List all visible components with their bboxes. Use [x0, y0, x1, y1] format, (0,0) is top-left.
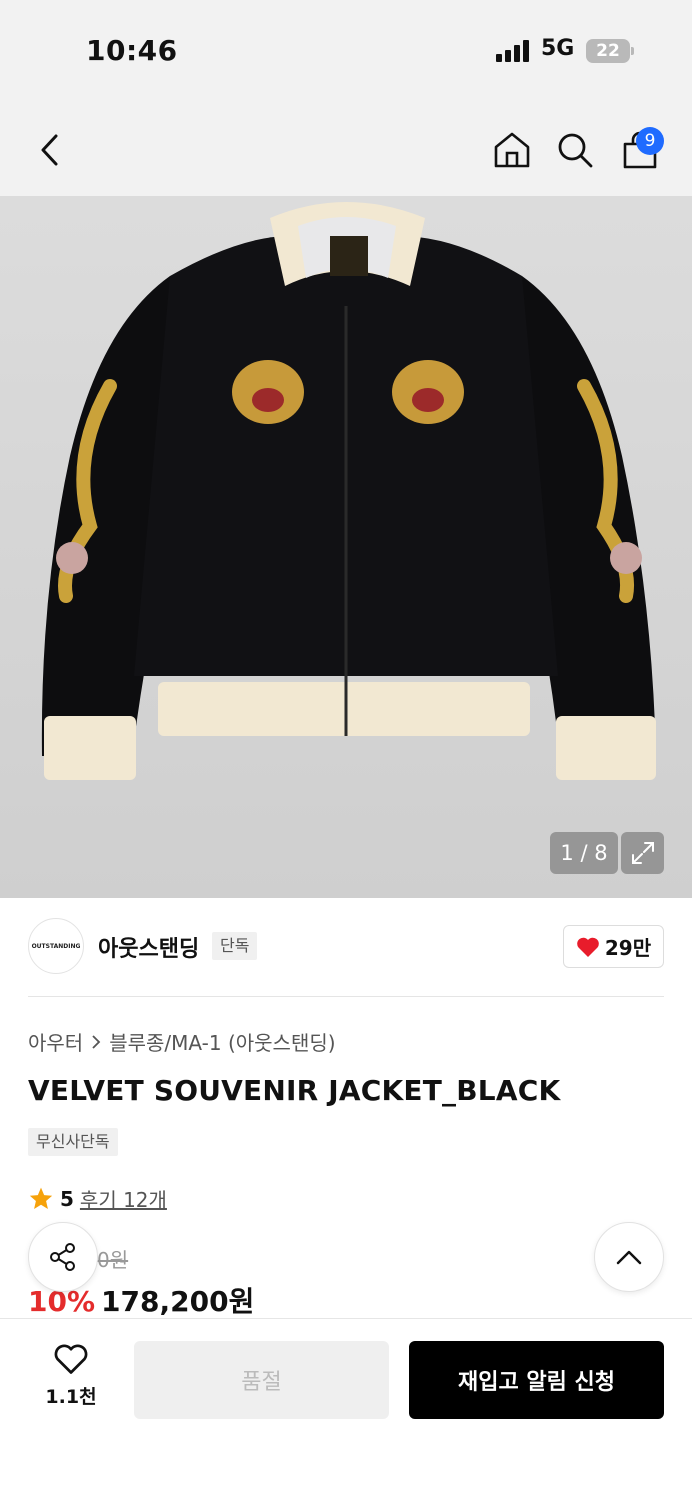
- original-price: 0원: [97, 1248, 129, 1272]
- breadcrumb-item[interactable]: 블루종/MA-1 (아웃스탠딩): [109, 1027, 335, 1056]
- search-button[interactable]: [549, 124, 601, 176]
- breadcrumb-item[interactable]: 아우터: [28, 1027, 83, 1056]
- wishlist-count: 1.1천: [45, 1386, 97, 1408]
- battery-icon: 22: [586, 39, 630, 63]
- wishlist-button[interactable]: 1.1천: [38, 1342, 104, 1418]
- signal-icon: [496, 40, 532, 62]
- share-button[interactable]: [28, 1222, 98, 1292]
- product-image: [41, 202, 656, 780]
- scroll-top-button[interactable]: [594, 1222, 664, 1292]
- network-label: 5G: [541, 36, 575, 61]
- home-icon: [494, 132, 530, 168]
- expand-icon: [631, 842, 654, 864]
- heart-filled-icon: [577, 937, 599, 957]
- home-button[interactable]: [486, 124, 538, 176]
- expand-button[interactable]: [621, 832, 664, 874]
- battery-tip: [631, 47, 634, 55]
- musinsa-exclusive-tag: 무신사단독: [28, 1128, 118, 1156]
- image-counter: 1 / 8: [550, 832, 618, 874]
- chevron-right-icon: [92, 1034, 101, 1049]
- star-icon: [29, 1187, 53, 1209]
- heart-outline-icon: [54, 1344, 88, 1374]
- product-image-gallery[interactable]: [0, 196, 692, 898]
- sale-price: 178,200원: [101, 1285, 255, 1318]
- chevron-up-icon: [616, 1250, 642, 1265]
- brand-logo[interactable]: OUTSTANDING: [28, 918, 84, 974]
- divider: [28, 996, 664, 997]
- nav-bar: [0, 100, 692, 196]
- product-title: VELVET SOUVENIR JACKET_BLACK: [28, 1074, 561, 1107]
- breadcrumb: 아우터 블루종/MA-1 (아웃스탠딩): [28, 1027, 336, 1056]
- soldout-button[interactable]: 품절: [134, 1341, 389, 1419]
- brand-like-button[interactable]: 29만: [563, 925, 664, 968]
- cart-count-badge: 9: [636, 127, 664, 155]
- back-button[interactable]: [24, 124, 76, 176]
- restock-alert-button[interactable]: 재입고 알림 신청: [409, 1341, 664, 1419]
- brand-like-count: 29만: [604, 936, 652, 960]
- exclusive-tag: 단독: [212, 932, 258, 960]
- status-time: 10:46: [86, 34, 178, 67]
- rating-score: 5: [60, 1186, 74, 1211]
- search-icon: [558, 133, 593, 168]
- brand-name[interactable]: 아웃스탠딩: [98, 931, 199, 963]
- chevron-left-icon: [41, 134, 58, 166]
- rating: 5 후기 12개: [28, 1184, 167, 1213]
- share-icon: [50, 1243, 75, 1271]
- review-link[interactable]: 후기 12개: [80, 1184, 167, 1213]
- status-bar: 10:46 5G 22: [0, 0, 692, 100]
